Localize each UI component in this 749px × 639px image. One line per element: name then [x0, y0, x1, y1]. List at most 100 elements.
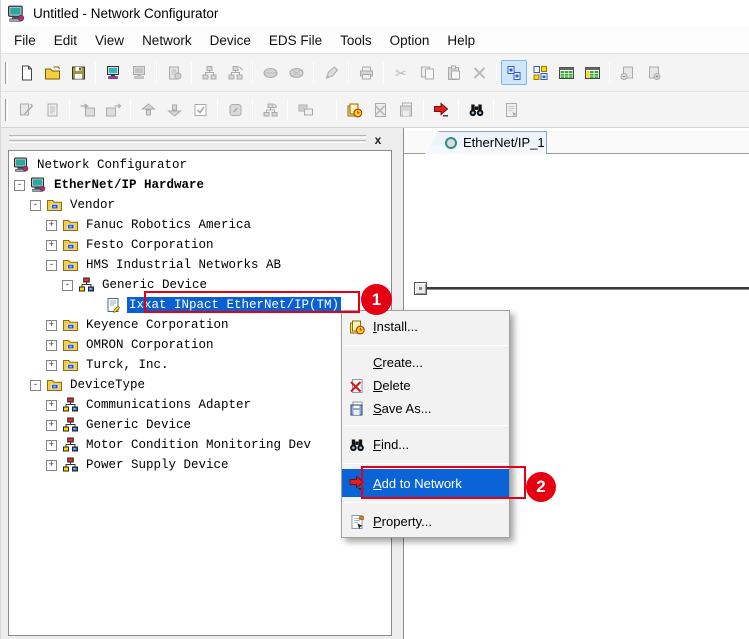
install-eds-button[interactable]	[341, 97, 367, 122]
expand-icon[interactable]: +	[46, 220, 57, 231]
find-device-button[interactable]	[463, 97, 489, 122]
context-menu-item-create[interactable]: Create...	[342, 351, 509, 374]
folder-icon	[62, 217, 79, 233]
menu-eds-file[interactable]: EDS File	[260, 29, 331, 52]
compare-network-button	[222, 60, 248, 85]
tree-label: Keyence Corporation	[84, 317, 231, 333]
menu-option[interactable]: Option	[381, 29, 439, 52]
tree-item-power-supply[interactable]: + Power Supply Device	[10, 455, 231, 475]
print-icon	[358, 65, 375, 81]
expand-icon[interactable]: +	[46, 360, 57, 371]
tree-item-vendor[interactable]: - Vendor	[10, 195, 117, 215]
disconnect-network-icon	[288, 65, 305, 81]
menu-file[interactable]: File	[5, 29, 45, 52]
tree-item-omron[interactable]: + OMRON Corporation	[10, 335, 216, 355]
menu-network[interactable]: Network	[133, 29, 201, 52]
context-menu-item-delete[interactable]: Delete	[342, 374, 509, 397]
toolbar-separator	[313, 62, 314, 83]
menu-view[interactable]: View	[86, 29, 133, 52]
device-type-icon	[62, 437, 79, 453]
tree-item-motor-condition[interactable]: + Motor Condition Monitoring Dev	[10, 435, 313, 455]
dock-grip[interactable]	[9, 135, 366, 138]
tree-label: Generic Device	[84, 417, 193, 433]
upload-network-button[interactable]	[100, 60, 126, 85]
collapse-icon[interactable]: -	[62, 280, 73, 291]
toolbar-separator	[130, 99, 131, 120]
toolbar-grip[interactable]	[5, 62, 8, 84]
expand-icon[interactable]: +	[46, 420, 57, 431]
tree-label: Festo Corporation	[84, 237, 216, 253]
device-type-icon	[62, 417, 79, 433]
detail-view-button[interactable]	[527, 60, 553, 85]
add-to-network-button[interactable]	[428, 97, 454, 122]
context-menu-label: Delete	[373, 378, 411, 393]
collapse-icon[interactable]: -	[14, 180, 25, 191]
menu-help[interactable]: Help	[438, 29, 484, 52]
expand-icon[interactable]: +	[46, 320, 57, 331]
context-menu-item-find[interactable]: Find...	[342, 431, 509, 458]
computer-icon	[30, 177, 47, 193]
tab-ethernet-ip-1[interactable]: EtherNet/IP_1	[425, 131, 547, 154]
copy-icon	[419, 65, 436, 81]
toolbar-separator	[336, 99, 337, 120]
tree-label: Fanuc Robotics America	[84, 217, 253, 233]
toolbar-grip[interactable]	[5, 99, 8, 121]
save-file-button[interactable]	[65, 60, 91, 85]
tab-bar: EtherNet/IP_1	[404, 131, 749, 154]
app-icon	[7, 5, 26, 23]
menu-device[interactable]: Device	[201, 29, 260, 52]
annotation-box-step1	[144, 291, 360, 313]
toolbar-separator	[252, 62, 253, 83]
monitor-device-icon	[297, 102, 314, 118]
toolbar-separator	[287, 99, 288, 120]
tree-label: Vendor	[68, 197, 117, 213]
dock-close-button[interactable]: x	[370, 133, 386, 148]
expand-icon[interactable]: +	[46, 340, 57, 351]
network-trunk-node[interactable]	[414, 282, 427, 295]
import-file-button	[74, 97, 100, 122]
open-file-button[interactable]	[39, 60, 65, 85]
tree-item-network-configurator[interactable]: Network Configurator	[10, 155, 189, 175]
expand-icon[interactable]: +	[46, 440, 57, 451]
dock-grip[interactable]	[9, 140, 366, 143]
tree-item-communications-adapter[interactable]: + Communications Adapter	[10, 395, 253, 415]
save-file-icon	[70, 65, 87, 81]
collapse-icon[interactable]: -	[30, 200, 41, 211]
tree-item-hms[interactable]: - HMS Industrial Networks AB	[10, 255, 283, 275]
context-menu-item-save-as[interactable]: Save As...	[342, 397, 509, 420]
folder-icon	[62, 237, 79, 253]
tree-item-devicetype[interactable]: - DeviceType	[10, 375, 147, 395]
tree-item-keyence[interactable]: + Keyence Corporation	[10, 315, 231, 335]
wizard-icon	[18, 102, 35, 118]
eds-file-icon	[105, 297, 122, 313]
expand-icon[interactable]: +	[46, 400, 57, 411]
table-view-button[interactable]	[553, 60, 579, 85]
collapse-icon[interactable]: -	[46, 260, 57, 271]
expand-view-button	[640, 60, 666, 85]
collapse-icon[interactable]: -	[30, 380, 41, 391]
edit-signature-button	[318, 60, 344, 85]
tree-item-fanuc[interactable]: + Fanuc Robotics America	[10, 215, 253, 235]
folder-icon	[62, 257, 79, 273]
edit-table-view-button[interactable]	[579, 60, 605, 85]
menu-edit[interactable]: Edit	[45, 29, 86, 52]
large-icon-view-button[interactable]	[501, 60, 527, 85]
tree-item-generic-device[interactable]: + Generic Device	[10, 415, 193, 435]
toolbar-separator	[252, 99, 253, 120]
tree-item-festo[interactable]: + Festo Corporation	[10, 235, 216, 255]
toolbar-separator	[458, 99, 459, 120]
verify-icon	[192, 102, 209, 118]
cut-button: ✂	[388, 60, 414, 85]
context-menu-item-install[interactable]: Install...	[342, 313, 509, 340]
toolbar-separator	[493, 99, 494, 120]
tree-item-ethernet-ip-hardware[interactable]: - EtherNet/IP Hardware	[10, 175, 206, 195]
toolbar-separator	[156, 62, 157, 83]
expand-icon[interactable]: +	[46, 240, 57, 251]
copy-button	[414, 60, 440, 85]
tree-item-turck[interactable]: + Turck, Inc.	[10, 355, 171, 375]
new-file-button[interactable]	[13, 60, 39, 85]
context-menu-item-property[interactable]: Property...	[342, 508, 509, 535]
print-button	[353, 60, 379, 85]
expand-icon[interactable]: +	[46, 460, 57, 471]
menu-tools[interactable]: Tools	[331, 29, 381, 52]
